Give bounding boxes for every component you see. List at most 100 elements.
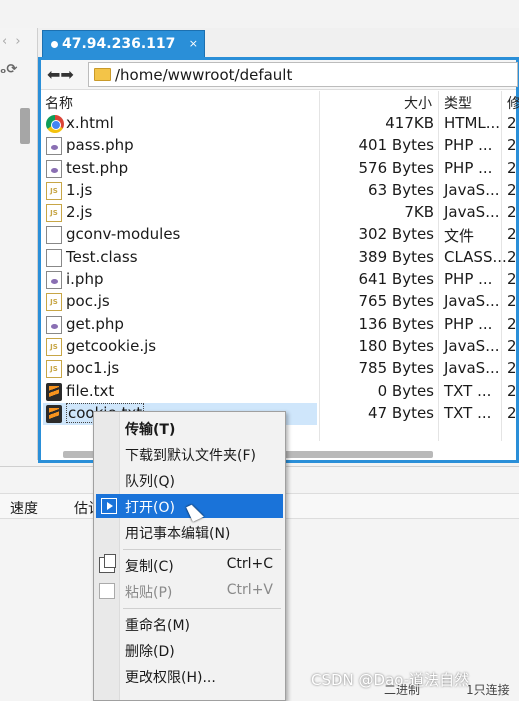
file-modified: 2: [507, 247, 517, 266]
menu-rename[interactable]: 重命名(M): [121, 612, 283, 636]
file-row[interactable]: file.txt 0 Bytes TXT ... 2: [41, 381, 517, 403]
file-row[interactable]: JS poc.js 765 Bytes JavaS... 2: [41, 291, 517, 313]
connection-count: 1只连接: [466, 683, 510, 697]
chrome-icon: [46, 115, 64, 133]
local-pane: ‹ › ₒ⟳: [0, 28, 38, 460]
file-name: poc.js: [66, 292, 110, 311]
paste-icon: [99, 583, 115, 599]
file-name: getcookie.js: [66, 336, 157, 355]
file-type: PHP ...: [444, 136, 493, 155]
file-name: 1.js: [66, 180, 93, 199]
file-name-cell[interactable]: JS getcookie.js: [43, 336, 317, 358]
file-name-cell[interactable]: i.php: [43, 269, 317, 291]
file-name-cell[interactable]: test.php: [43, 158, 317, 180]
file-name-cell[interactable]: file.txt: [43, 381, 317, 403]
back-forward-icon[interactable]: ⬅➡: [47, 65, 74, 84]
file-row[interactable]: JS 2.js 7KB JavaS... 2: [41, 202, 517, 224]
menu-separator: [123, 549, 281, 550]
file-name-cell[interactable]: JS 2.js: [43, 202, 317, 224]
path-text: /home/wwwroot/default: [115, 66, 293, 84]
file-name-cell[interactable]: JS poc1.js: [43, 358, 317, 380]
local-nav-arrows[interactable]: ‹ ›: [2, 34, 23, 49]
connection-dot-icon: [51, 40, 58, 48]
column-header: 名称 大小 类型 修: [41, 91, 519, 113]
tab-title: 47.94.236.117: [62, 36, 176, 52]
file-name-cell[interactable]: JS poc.js: [43, 291, 317, 313]
file-type: JavaS...: [444, 359, 500, 378]
file-row[interactable]: JS getcookie.js 180 Bytes JavaS... 2: [41, 336, 517, 358]
col-size[interactable]: 大小: [404, 93, 432, 113]
address-bar: ⬅➡ /home/wwwroot/default: [41, 60, 518, 90]
php-icon: [46, 159, 62, 178]
file-modified: 2: [507, 359, 517, 378]
file-row[interactable]: test.php 576 Bytes PHP ... 2: [41, 158, 517, 180]
remote-file-panel: ⬅➡ /home/wwwroot/default 名称 大小 类型 修 x.ht…: [38, 57, 519, 463]
file-row[interactable]: pass.php 401 Bytes PHP ... 2: [41, 135, 517, 157]
path-input[interactable]: /home/wwwroot/default: [88, 62, 518, 87]
file-name-cell[interactable]: gconv-modules: [43, 224, 317, 246]
file-name-cell[interactable]: x.html: [43, 113, 317, 135]
local-tools-icon[interactable]: ₒ⟳: [0, 62, 17, 77]
file-type: CLASS...: [444, 247, 507, 266]
menu-transfer[interactable]: 传输(T): [121, 416, 283, 440]
file-size: 136 Bytes: [358, 314, 435, 333]
file-name: poc1.js: [66, 359, 120, 378]
local-scrollbar[interactable]: [20, 108, 30, 144]
queue-col-speed[interactable]: 速度: [10, 498, 38, 518]
menu-paste[interactable]: 粘贴(P) Ctrl+V: [121, 579, 283, 603]
col-modified[interactable]: 修: [507, 93, 519, 113]
file-name-cell[interactable]: pass.php: [43, 135, 317, 157]
file-size: 302 Bytes: [358, 225, 435, 244]
file-row[interactable]: x.html 417KB HTML... 2: [41, 113, 517, 135]
open-icon: [101, 498, 117, 514]
menu-edit-notepad[interactable]: 用记事本编辑(N): [121, 520, 283, 544]
file-name: i.php: [66, 270, 104, 289]
file-row[interactable]: i.php 641 Bytes PHP ... 2: [41, 269, 517, 291]
file-modified: 2: [507, 114, 517, 132]
menu-queue[interactable]: 队列(Q): [121, 468, 283, 492]
file-name: x.html: [66, 114, 114, 132]
file-modified: 2: [507, 314, 517, 333]
file-name-cell[interactable]: get.php: [43, 314, 317, 336]
watermark: CSDN @Dao-道法自然: [311, 671, 470, 689]
tab-server[interactable]: 47.94.236.117 ×: [42, 30, 205, 58]
copy-icon: [99, 554, 116, 573]
file-row[interactable]: JS poc1.js 785 Bytes JavaS... 2: [41, 358, 517, 380]
file-name: test.php: [66, 158, 129, 177]
php-icon: [46, 271, 62, 290]
file-row[interactable]: Test.class 389 Bytes CLASS... 2: [41, 247, 517, 269]
file-modified: 2: [507, 225, 517, 244]
menu-copy[interactable]: 复制(C) Ctrl+C: [121, 553, 283, 577]
file-name-cell[interactable]: JS 1.js: [43, 180, 317, 202]
file-modified: 2: [507, 203, 517, 222]
file-name: pass.php: [66, 136, 134, 155]
file-row[interactable]: get.php 136 Bytes PHP ... 2: [41, 314, 517, 336]
menu-delete[interactable]: 删除(D): [121, 638, 283, 662]
file-row[interactable]: gconv-modules 302 Bytes 文件 2: [41, 224, 517, 246]
ftp-client-window: ‹ › ₒ⟳ 47.94.236.117 × ⬅➡ /home/wwwroot/…: [0, 0, 519, 701]
file-type: JavaS...: [444, 336, 500, 355]
col-type[interactable]: 类型: [444, 93, 472, 113]
file-modified: 2: [507, 180, 517, 199]
file-icon: [46, 248, 62, 267]
js-icon: JS: [46, 293, 62, 312]
file-type: PHP ...: [444, 158, 493, 177]
file-size: 641 Bytes: [358, 270, 435, 289]
js-icon: JS: [46, 337, 62, 356]
file-size: 63 Bytes: [368, 180, 434, 199]
file-name: 2.js: [66, 203, 93, 222]
file-name-cell[interactable]: Test.class: [43, 247, 317, 269]
file-name: get.php: [66, 314, 124, 333]
file-icon: [46, 226, 62, 245]
file-modified: 2: [507, 336, 517, 355]
col-name[interactable]: 名称: [45, 93, 73, 113]
file-size: 765 Bytes: [358, 292, 435, 311]
folder-icon: [94, 68, 111, 81]
menu-download-default[interactable]: 下载到默认文件夹(F): [121, 442, 283, 466]
close-icon[interactable]: ×: [189, 37, 198, 50]
file-type: JavaS...: [444, 292, 500, 311]
file-row[interactable]: JS 1.js 63 Bytes JavaS... 2: [41, 180, 517, 202]
file-size: 417KB: [385, 114, 434, 132]
menu-chmod[interactable]: 更改权限(H)...: [121, 664, 283, 688]
file-size: 401 Bytes: [358, 136, 435, 155]
